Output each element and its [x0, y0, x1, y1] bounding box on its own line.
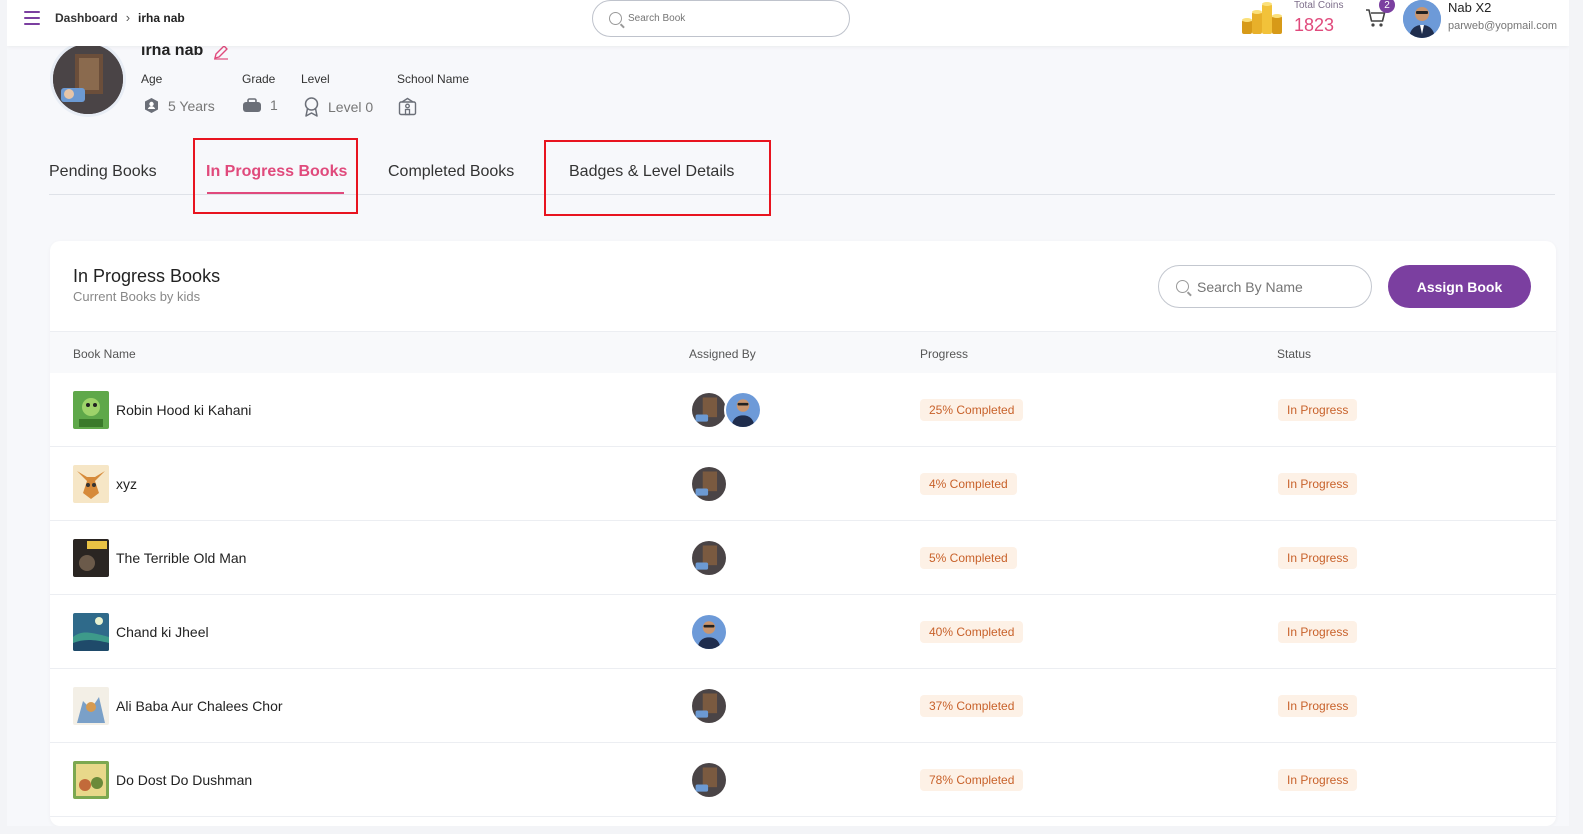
- book-cover-image: [73, 687, 109, 725]
- chevron-right-icon: ›: [125, 10, 131, 25]
- level-field: Level 0: [303, 97, 373, 117]
- user-email: parweb@yopmail.com: [1448, 20, 1557, 32]
- book-cover-image: [73, 613, 109, 651]
- tab-completed-books[interactable]: Completed Books: [388, 163, 514, 181]
- table-row[interactable]: Ali Baba Aur Chalees Chor 37% Completed …: [50, 669, 1556, 743]
- book-cover-image: [73, 761, 109, 799]
- table-header: Book Name Assigned By Progress Status: [50, 331, 1556, 373]
- assigned-by-kid-avatar: [690, 391, 728, 429]
- table-row[interactable]: Robin Hood ki Kahani 25% Completed In Pr…: [50, 373, 1556, 447]
- search-icon: [1176, 280, 1189, 293]
- school-name-field: [398, 97, 425, 116]
- progress-badge: 37% Completed: [920, 695, 1024, 717]
- status-badge: In Progress: [1278, 399, 1358, 421]
- award-ribbon-icon: [304, 97, 319, 117]
- user-name: Nab X2: [1448, 0, 1492, 15]
- hamburger-menu-icon[interactable]: [24, 11, 40, 25]
- table-row[interactable]: Do Dost Do Dushman 78% Completed In Prog…: [50, 743, 1556, 817]
- status-badge: In Progress: [1278, 473, 1358, 495]
- book-cover-image: [73, 391, 109, 429]
- book-search-box[interactable]: [592, 0, 850, 37]
- school-building-icon: [398, 97, 417, 116]
- active-tab-underline: [207, 192, 344, 194]
- page: Dashboard › irha nab Total Coins 1823 2: [7, 0, 1569, 826]
- column-header-progress: Progress: [920, 347, 969, 361]
- grade-value: 1: [270, 97, 278, 113]
- progress-badge: 5% Completed: [920, 547, 1017, 569]
- assigned-by-kid-avatar: [690, 539, 728, 577]
- level-value: Level 0: [328, 99, 374, 115]
- progress-badge: 78% Completed: [920, 769, 1024, 791]
- age-label: Age: [141, 72, 163, 86]
- book-cover-image: [73, 465, 109, 503]
- gold-coins-icon: [1242, 2, 1282, 34]
- tab-in-progress-books[interactable]: In Progress Books: [206, 163, 347, 181]
- tab-pending-books[interactable]: Pending Books: [49, 163, 157, 181]
- total-coins-value: 1823: [1294, 15, 1335, 35]
- total-coins-label: Total Coins: [1294, 0, 1344, 11]
- profile-badge-icon: [145, 98, 158, 113]
- table-row[interactable]: xyz 4% Completed In Progress: [50, 447, 1556, 521]
- progress-badge: 40% Completed: [920, 621, 1024, 643]
- grade-label: Grade: [242, 72, 276, 86]
- table-row[interactable]: The Terrible Old Man 5% Completed In Pro…: [50, 521, 1556, 595]
- status-badge: In Progress: [1278, 621, 1358, 643]
- assigned-by-kid-avatar: [690, 687, 728, 725]
- user-avatar-image: [1403, 0, 1441, 38]
- edit-pencil-icon[interactable]: [213, 44, 229, 60]
- status-badge: In Progress: [1278, 695, 1358, 717]
- status-badge: In Progress: [1278, 769, 1358, 791]
- book-tabs: Pending Books In Progress Books Complete…: [49, 163, 1555, 195]
- book-name[interactable]: Robin Hood ki Kahani: [116, 402, 251, 418]
- book-name[interactable]: xyz: [116, 476, 137, 492]
- book-cover-image: [73, 539, 109, 577]
- age-field: 5 Years: [143, 97, 215, 114]
- assigned-by-kid-avatar: [690, 465, 728, 503]
- book-name[interactable]: The Terrible Old Man: [116, 550, 246, 566]
- search-icon: [609, 12, 622, 25]
- in-progress-books-card: In Progress Books Current Books by kids …: [50, 241, 1556, 826]
- status-badge: In Progress: [1278, 547, 1358, 569]
- kid-avatar: [53, 44, 123, 114]
- breadcrumb-dashboard-link[interactable]: Dashboard: [55, 11, 118, 25]
- book-name[interactable]: Ali Baba Aur Chalees Chor: [116, 698, 283, 714]
- assigned-by-parent-avatar: [724, 391, 762, 429]
- age-value: 5 Years: [168, 97, 215, 114]
- level-label: Level: [301, 72, 330, 86]
- breadcrumb-current: irha nab: [138, 10, 185, 25]
- book-name[interactable]: Chand ki Jheel: [116, 624, 209, 640]
- grade-field: 1: [242, 97, 278, 113]
- card-subtitle: Current Books by kids: [73, 289, 201, 304]
- book-name[interactable]: Do Dost Do Dushman: [116, 772, 252, 788]
- assigned-by-kid-avatar: [690, 761, 728, 799]
- name-search-box[interactable]: [1158, 265, 1372, 308]
- kid-avatar-image: [53, 44, 123, 114]
- assign-book-button[interactable]: Assign Book: [1388, 265, 1531, 308]
- progress-badge: 25% Completed: [920, 399, 1024, 421]
- book-search-input[interactable]: [628, 13, 828, 24]
- top-bar: Dashboard › irha nab Total Coins 1823 2: [7, 0, 1569, 46]
- table-row[interactable]: Chand ki Jheel 40% Completed In Progress: [50, 595, 1556, 669]
- school-name-label: School Name: [397, 72, 470, 86]
- column-header-assigned-by: Assigned By: [689, 347, 756, 361]
- column-header-status: Status: [1277, 347, 1312, 361]
- name-search-input[interactable]: [1197, 278, 1357, 295]
- breadcrumb: Dashboard › irha nab: [55, 10, 185, 25]
- card-title: In Progress Books: [73, 266, 221, 286]
- school-bag-icon: [243, 97, 261, 112]
- user-avatar[interactable]: [1403, 0, 1441, 38]
- cart-count-badge: 2: [1379, 0, 1395, 13]
- tab-badges-level-details[interactable]: Badges & Level Details: [569, 163, 734, 181]
- progress-badge: 4% Completed: [920, 473, 1017, 495]
- assigned-by-parent-avatar: [690, 613, 728, 651]
- column-header-book-name: Book Name: [73, 347, 136, 361]
